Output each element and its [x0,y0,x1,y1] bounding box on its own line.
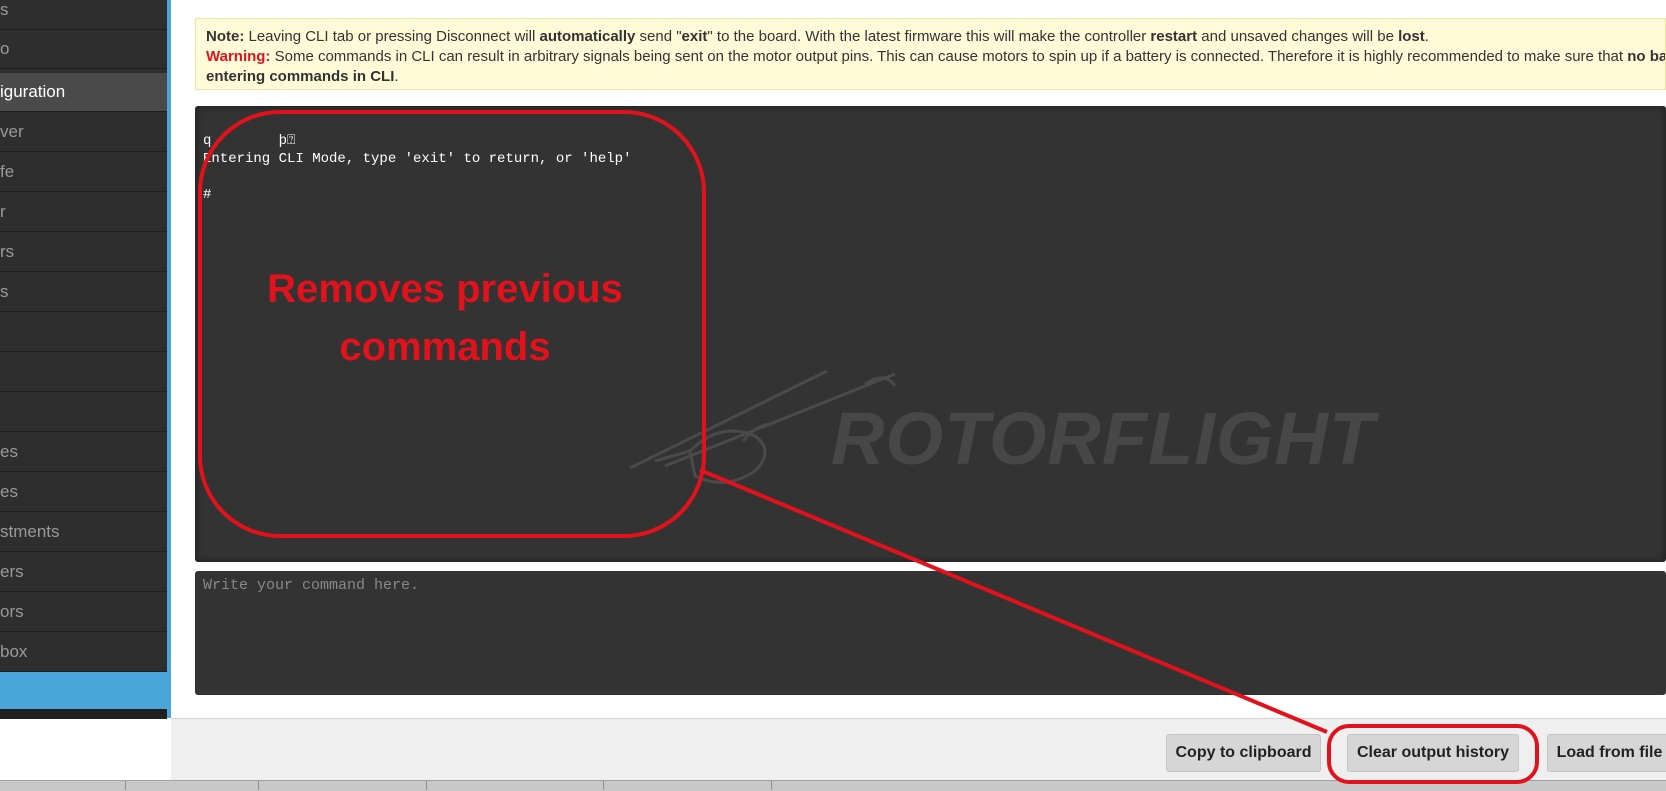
sidebar-item-9[interactable] [0,313,167,352]
warning-text: . [394,68,399,85]
note-text: send " [635,28,682,45]
note-label: Note: [206,28,245,45]
sidebar-item-17[interactable]: box [0,633,167,672]
sidebar-item-label: ors [0,602,24,621]
sidebar-item-label: s [0,0,9,19]
load-from-file-button[interactable]: Load from file [1547,734,1666,772]
sidebar-item-label: es [0,442,18,461]
sidebar-item-7[interactable]: rs [0,233,167,272]
sidebar-cli-active-bar[interactable] [0,672,167,709]
sidebar-item-11[interactable] [0,393,167,432]
status-bar-separator [426,781,427,790]
sidebar-item-failsafe[interactable]: fe [0,153,167,192]
status-bar [0,780,1666,791]
sidebar-item-label: ers [0,562,24,581]
sidebar-item-10[interactable] [0,353,167,392]
annotation-line-1: Removes previous [267,267,623,311]
sidebar: s o iguration ver fe r rs s es es stment… [0,0,167,718]
sidebar-item-label: fe [0,162,15,181]
cli-line: q þ⍰ [203,133,296,149]
warning-line-2: entering commands in CLI. [206,67,1655,87]
annotation-text: Removes previous commands [245,260,645,376]
note-text: and unsaved changes will be [1197,28,1399,45]
sidebar-footer [0,709,167,719]
note-bold: automatically [539,28,636,45]
warning-bold: no battery is [1627,48,1665,65]
sidebar-item-label: stments [0,522,60,541]
cli-prompt: # [203,187,212,203]
sidebar-item-8[interactable]: s [0,273,167,312]
warning-label: Warning: [206,48,271,65]
sidebar-item-configuration[interactable]: iguration [0,73,167,112]
warning-text: Some commands in CLI can result in arbit… [270,48,1628,65]
sidebar-item-adjustments[interactable]: stments [0,513,167,552]
note-bold: lost [1398,28,1425,45]
sidebar-item-2[interactable]: o [0,30,167,69]
sidebar-item-label: r [0,202,6,221]
sidebar-item-16[interactable]: ors [0,593,167,632]
sidebar-item-label: rs [0,242,15,261]
cli-line: Entering CLI Mode, type 'exit' to return… [203,151,632,167]
warning-bold: entering commands in CLI [206,68,395,85]
clear-output-history-button[interactable]: Clear output history [1347,734,1519,772]
status-bar-separator [603,781,604,790]
note-text: . [1424,28,1429,45]
sidebar-item-label: box [0,642,28,661]
note-text: " to the board. With the latest firmware… [707,28,1151,45]
sidebar-item-13[interactable]: es [0,473,167,512]
note-bold: restart [1150,28,1198,45]
cli-command-input[interactable] [195,571,1666,695]
note-line: Note: Leaving CLI tab or pressing Discon… [206,27,1655,47]
copy-to-clipboard-button[interactable]: Copy to clipboard [1166,734,1321,772]
sidebar-item-1[interactable]: s [0,0,167,30]
watermark-text: ROTORFLIGHT [831,397,1376,480]
sidebar-item-label: es [0,482,18,501]
sidebar-item-label: s [0,282,9,301]
sidebar-item-label: ver [0,122,24,141]
sidebar-item-receiver[interactable]: ver [0,113,167,152]
status-bar-separator [258,781,259,790]
sidebar-item-label: iguration [0,82,66,101]
sidebar-item-label: o [0,39,10,58]
annotation-line-2: commands [339,325,551,369]
status-bar-separator [125,781,126,790]
note-bold: exit [681,28,708,45]
sidebar-item-6[interactable]: r [0,193,167,232]
cli-notice: Note: Leaving CLI tab or pressing Discon… [195,18,1666,90]
status-bar-separator [771,781,772,790]
sidebar-item-12[interactable]: es [0,433,167,472]
note-text: Leaving CLI tab or pressing Disconnect w… [244,28,540,45]
sidebar-item-15[interactable]: ers [0,553,167,592]
warning-line: Warning: Some commands in CLI can result… [206,47,1665,67]
